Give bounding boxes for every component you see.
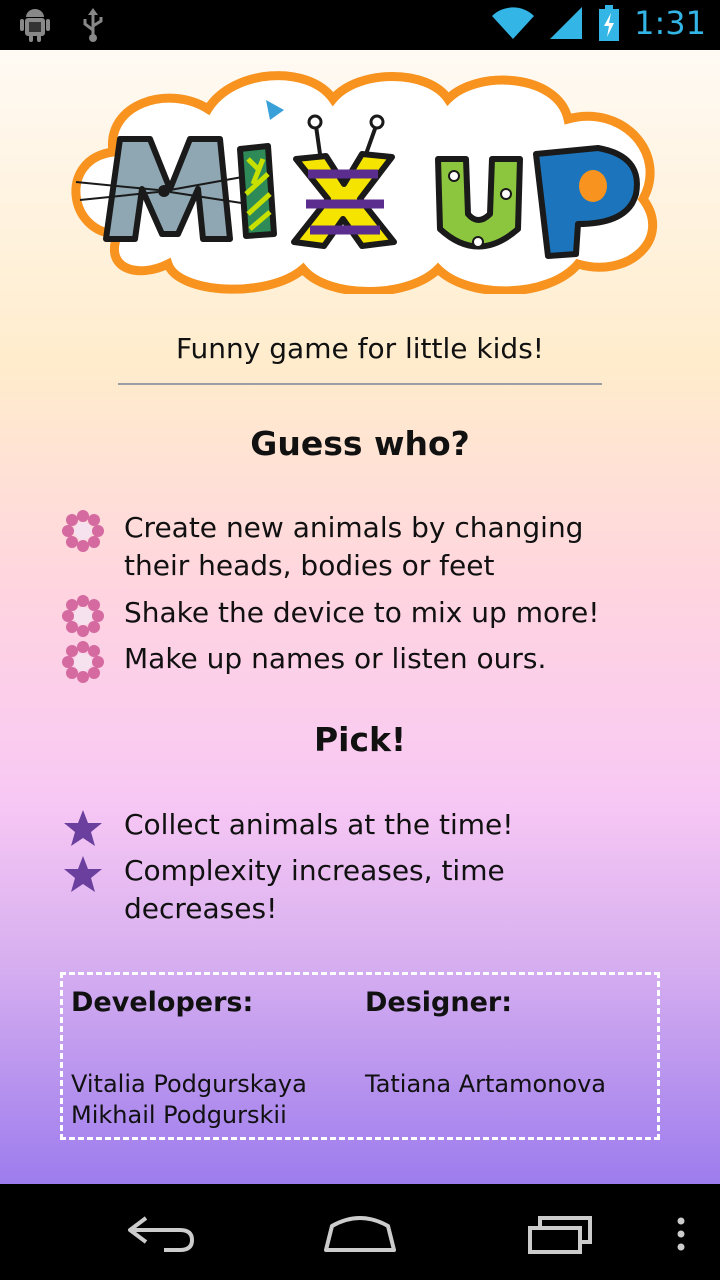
star-icon <box>64 856 102 892</box>
about-screen: Funny game for little kids! Guess who? C… <box>0 50 720 1184</box>
list-item: Make up names or listen ours. <box>62 640 662 683</box>
star-icon <box>64 810 102 846</box>
navigation-bar <box>0 1184 720 1280</box>
status-bar: 1:31 <box>0 0 720 50</box>
android-debug-icon <box>20 9 50 42</box>
flower-icon <box>62 595 104 637</box>
overflow-menu-icon[interactable] <box>676 1216 686 1252</box>
usb-icon <box>83 8 103 42</box>
list-item: Shake the device to mix up more! <box>62 594 662 637</box>
wifi-icon <box>492 7 535 39</box>
developer-name: Mikhail Podgurskii <box>71 1101 287 1129</box>
list-item-text: Make up names or listen ours. <box>124 642 547 675</box>
developer-name: Vitalia Podgurskaya <box>71 1070 307 1098</box>
credits-box: Developers: Designer: Vitalia Podgurskay… <box>60 972 660 1140</box>
cell-signal-icon <box>550 7 583 39</box>
list-item-text: Collect animals at the time! <box>124 808 514 841</box>
mix-up-logo <box>58 64 662 296</box>
list-item: Complexity increases, time decreases! <box>62 852 662 928</box>
developers-label: Developers: <box>71 987 254 1018</box>
tagline: Funny game for little kids! <box>175 332 545 365</box>
flower-icon <box>62 510 104 552</box>
home-icon[interactable] <box>322 1212 398 1254</box>
designer-label: Designer: <box>365 987 513 1018</box>
flower-icon <box>62 641 104 683</box>
recent-apps-icon[interactable] <box>526 1214 596 1254</box>
designer-name: Tatiana Artamonova <box>365 1070 606 1098</box>
status-clock: 1:31 <box>634 4 706 42</box>
list-item-text: Create new animals by changing their hea… <box>124 511 584 582</box>
battery-charging-icon <box>599 5 620 41</box>
guess-who-heading: Guess who? <box>250 424 470 463</box>
divider <box>118 383 602 385</box>
pick-heading: Pick! <box>313 720 407 759</box>
list-item: Collect animals at the time! <box>62 806 662 849</box>
list-item: Create new animals by changing their hea… <box>62 509 662 585</box>
back-icon[interactable] <box>124 1214 196 1254</box>
list-item-text: Shake the device to mix up more! <box>124 596 600 629</box>
list-item-text: Complexity increases, time decreases! <box>124 854 505 925</box>
